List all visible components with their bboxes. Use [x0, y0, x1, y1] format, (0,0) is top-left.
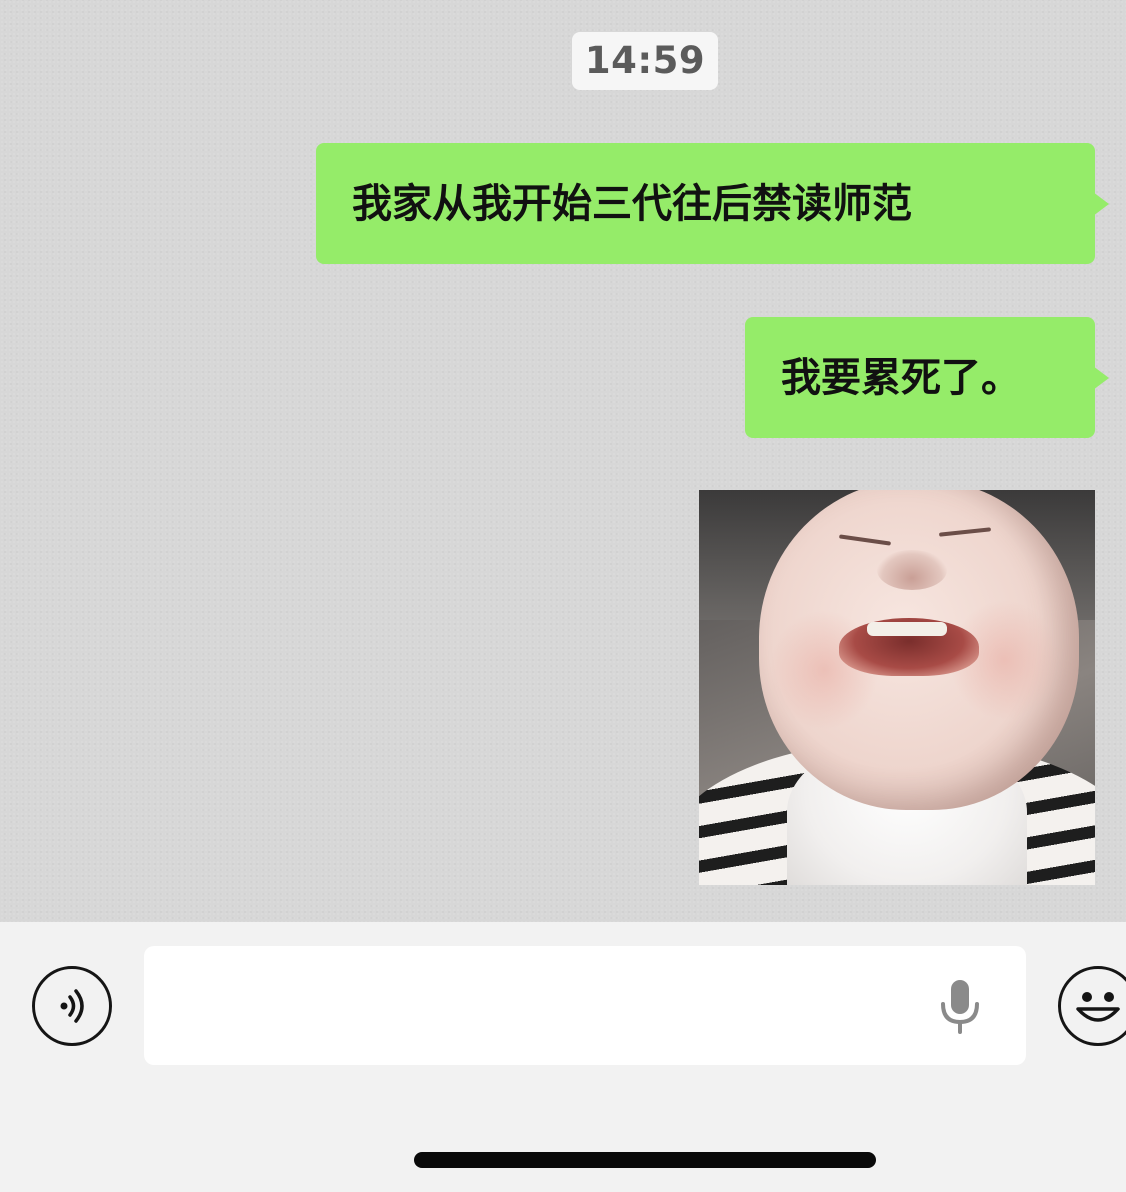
sticker-teeth [867, 622, 947, 636]
message-text: 我家从我开始三代往后禁读师范 [352, 180, 912, 227]
sticker-nose [877, 550, 947, 590]
message-text-field[interactable] [144, 946, 1026, 1065]
sent-message-bubble[interactable]: 我家从我开始三代往后禁读师范 [316, 143, 1095, 264]
sticker-image-message[interactable] [699, 490, 1095, 885]
chat-area[interactable]: 14:59 我家从我开始三代往后禁读师范 我要累死了。 [0, 0, 1126, 922]
message-timestamp: 14:59 [572, 32, 718, 90]
emoji-button[interactable] [1058, 966, 1126, 1046]
microphone-icon[interactable] [936, 978, 984, 1036]
sent-message-bubble[interactable]: 我要累死了。 [745, 317, 1095, 438]
home-indicator[interactable] [414, 1152, 876, 1168]
voice-mode-button[interactable] [32, 966, 112, 1046]
message-text: 我要累死了。 [781, 354, 1021, 401]
voice-mode-icon [60, 989, 84, 1023]
emoji-icon [1076, 992, 1120, 1022]
